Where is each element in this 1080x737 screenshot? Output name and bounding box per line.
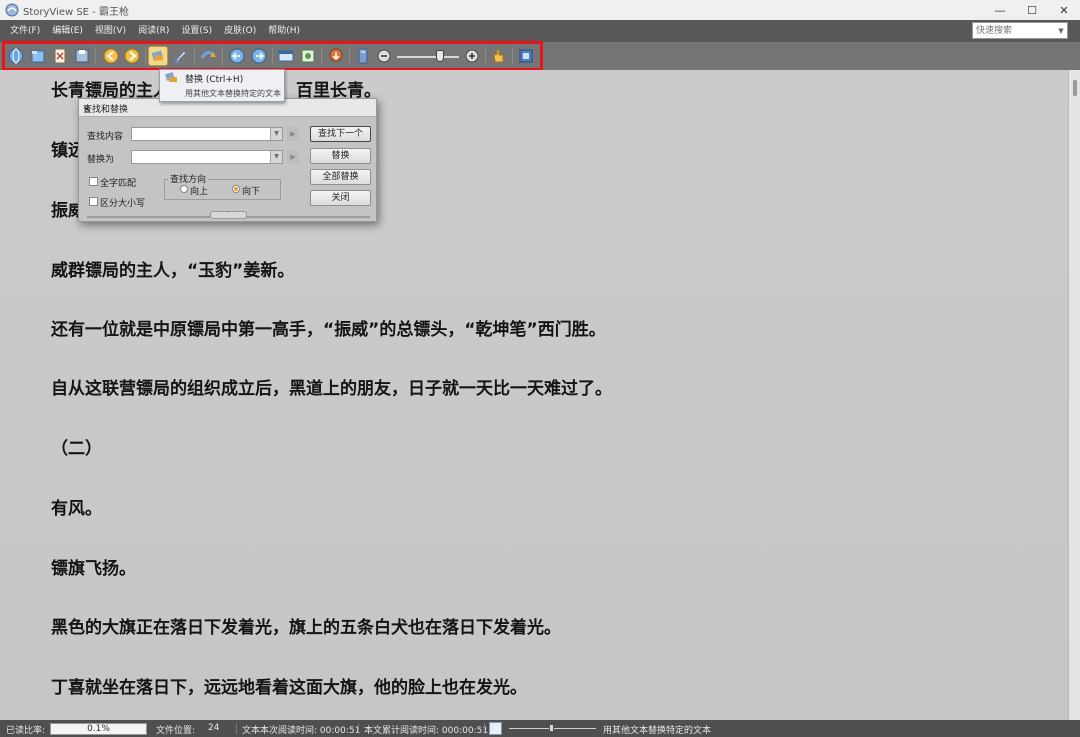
close-button[interactable]: 关闭 xyxy=(310,190,371,206)
find-input[interactable] xyxy=(132,134,282,146)
paragraph: 黑色的大旗正在落日下发着光，旗上的五条白犬也在落日下发着光。 xyxy=(51,618,561,638)
session-read-time: 文本本次阅读时间: 00:00:51 xyxy=(242,726,361,736)
replace-icon xyxy=(165,72,177,82)
menu-file[interactable]: 文件(F) xyxy=(4,20,46,42)
paragraph: 威群镖局的主人，“玉豹”姜新。 xyxy=(51,261,295,281)
status-separator xyxy=(236,723,237,734)
paragraph: 镖旗飞扬。 xyxy=(51,559,136,579)
vertical-scrollbar[interactable] xyxy=(1068,70,1080,720)
window-title: StoryView SE - 霸王枪 xyxy=(23,6,129,18)
match-case-label[interactable]: 区分大小写 xyxy=(100,196,145,209)
scrollbar-thumb[interactable] xyxy=(1073,80,1077,96)
find-label: 查找内容 xyxy=(87,132,124,142)
status-separator xyxy=(484,723,485,734)
file-position-value: 24 xyxy=(208,723,220,733)
status-separator xyxy=(358,723,359,734)
tooltip-title: 替换 (Ctrl+H) xyxy=(185,75,244,85)
menu-help[interactable]: 帮助(H) xyxy=(262,20,306,42)
total-read-time: 本文累计阅读时间: 000:00:51 xyxy=(364,726,489,736)
replace-all-button[interactable]: 全部替换 xyxy=(310,169,371,185)
menu-edit[interactable]: 编辑(E) xyxy=(46,20,89,42)
menu-view[interactable]: 视图(V) xyxy=(89,20,132,42)
match-case-checkbox[interactable] xyxy=(89,197,98,206)
replace-expand-arrow-icon[interactable]: ▶ xyxy=(287,150,299,164)
read-progress-bar: 0.1% xyxy=(50,723,147,735)
paragraph: （二） xyxy=(51,439,102,459)
maximize-button[interactable]: ☐ xyxy=(1016,0,1048,20)
whole-word-checkbox[interactable] xyxy=(89,177,98,186)
paragraph: 自从这联营镖局的组织成立后，黑道上的朋友，日子就一天比一天难过了。 xyxy=(51,379,612,399)
replace-label: 替换为 xyxy=(87,155,115,165)
replace-input-box[interactable]: ▼ xyxy=(131,150,283,169)
auto-scroll-icon[interactable] xyxy=(489,722,502,735)
replace-tooltip: 替换 (Ctrl+H) 用其他文本替换特定的文本 xyxy=(159,69,285,102)
app-icon xyxy=(5,3,19,17)
find-expand-arrow-icon[interactable]: ▶ xyxy=(287,127,299,141)
close-icon[interactable]: ✕ xyxy=(83,102,370,118)
status-hint: 用其他文本替换特定的文本 xyxy=(603,726,712,736)
chevron-down-icon[interactable]: ▼ xyxy=(270,128,282,140)
collapse-grip-icon[interactable]: ˄ xyxy=(210,211,247,219)
paragraph: 丁喜就坐在落日下，远远地看着这面大旗，他的脸上也在发光。 xyxy=(51,678,527,698)
find-input-box[interactable]: ▼ xyxy=(131,127,283,146)
paragraph: 有风。 xyxy=(51,499,102,519)
find-replace-dialog: 查找和替换 ✕ 查找内容 ▼ ▶ 替换为 ▼ ▶ 全字匹配 区分大小写 查找方向… xyxy=(78,98,377,222)
whole-word-label[interactable]: 全字匹配 xyxy=(100,176,136,189)
title-bar: StoryView SE - 霸王枪 — ☐ ✕ xyxy=(0,0,1080,20)
minimize-button[interactable]: — xyxy=(984,0,1016,20)
speed-slider-thumb[interactable] xyxy=(549,724,554,732)
tooltip-description: 用其他文本替换特定的文本 xyxy=(185,89,281,98)
direction-down-radio[interactable] xyxy=(232,185,240,193)
direction-up-radio[interactable] xyxy=(180,185,188,193)
file-position-label: 文件位置: xyxy=(156,726,196,736)
menu-read[interactable]: 阅读(R) xyxy=(132,20,175,42)
paragraph: 还有一位就是中原镖局中第一高手，“振威”的总镖头，“乾坤笔”西门胜。 xyxy=(51,320,606,340)
replace-input[interactable] xyxy=(132,157,282,169)
chevron-down-icon[interactable]: ▼ xyxy=(1055,27,1067,35)
replace-button[interactable]: 替换 xyxy=(310,148,371,164)
toolbar-highlight-frame xyxy=(2,41,543,71)
quick-search-input[interactable] xyxy=(973,23,1055,38)
find-next-button[interactable]: 查找下一个 xyxy=(310,126,371,142)
quick-search-box[interactable]: ▼ xyxy=(972,22,1068,39)
direction-down-label[interactable]: 向下 xyxy=(242,184,260,197)
direction-up-label[interactable]: 向上 xyxy=(190,184,208,197)
close-window-button[interactable]: ✕ xyxy=(1048,0,1080,20)
menu-settings[interactable]: 设置(S) xyxy=(175,20,218,42)
menu-skin[interactable]: 皮肤(O) xyxy=(218,20,262,42)
menu-bar: 文件(F) 编辑(E) 视图(V) 阅读(R) 设置(S) 皮肤(O) 帮助(H… xyxy=(0,20,1080,42)
read-ratio-label: 已读比率: xyxy=(6,726,46,736)
chevron-down-icon[interactable]: ▼ xyxy=(270,151,282,163)
